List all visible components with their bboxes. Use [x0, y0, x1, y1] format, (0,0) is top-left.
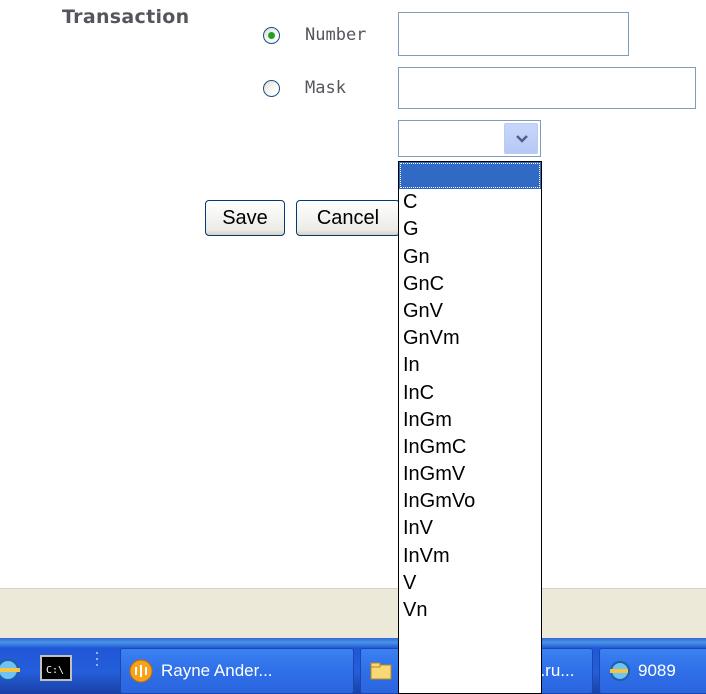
browser-status-bar	[0, 588, 706, 639]
mask-radio[interactable]	[263, 80, 280, 97]
quicklaunch-grip	[94, 650, 100, 684]
mask-radio-label[interactable]: Mask	[305, 78, 346, 98]
select-option[interactable]: C	[399, 189, 541, 216]
number-radio[interactable]	[263, 27, 280, 44]
windows-taskbar: C:\ Rayne Ander... ...ru... 9089	[0, 638, 706, 694]
save-button[interactable]: Save	[205, 200, 285, 236]
select-option[interactable]: GnV	[399, 298, 541, 325]
svg-text:C:\: C:\	[46, 665, 64, 676]
select-option[interactable]: InGmV	[399, 461, 541, 488]
number-input[interactable]	[398, 12, 629, 56]
mask-input[interactable]	[398, 67, 696, 109]
select-option[interactable]: InGmC	[399, 434, 541, 461]
select-option[interactable]: GnC	[399, 271, 541, 298]
transaction-label: Transaction	[62, 6, 190, 28]
select-option[interactable]: GnVm	[399, 325, 541, 352]
taskbar-item-browser[interactable]: 9089	[599, 648, 706, 694]
select-option[interactable]: V	[399, 570, 541, 597]
taskbar-item-label: Rayne Ander...	[161, 661, 273, 680]
radio-selected-dot	[268, 32, 275, 39]
taskbar-item-label: 9089	[638, 661, 676, 680]
ie-quicklaunch-icon[interactable]	[0, 648, 26, 688]
select-option[interactable]: InGmVo	[399, 488, 541, 515]
messenger-icon	[129, 659, 153, 683]
taskbar-item-messenger[interactable]: Rayne Ander...	[120, 648, 354, 694]
number-radio-label[interactable]: Number	[305, 25, 366, 45]
select-option[interactable]: InGm	[399, 407, 541, 434]
ie-icon	[610, 661, 630, 681]
select-options-list[interactable]: C G Gn GnC GnV GnVm In InC InGm InGmC InGmV InGmVo I…	[398, 161, 542, 694]
cmd-icon[interactable]: C:\	[40, 652, 74, 684]
select-option[interactable]: InC	[399, 380, 541, 407]
select-option[interactable]: InVm	[399, 543, 541, 570]
select-option[interactable]	[399, 162, 541, 190]
select-dropdown-button[interactable]	[504, 123, 538, 154]
folder-icon	[370, 662, 392, 680]
chevron-down-icon	[516, 135, 528, 143]
select-option[interactable]: InV	[399, 515, 541, 542]
select-option[interactable]: Gn	[399, 244, 541, 271]
select-option[interactable]: G	[399, 216, 541, 243]
transaction-type-select[interactable]	[398, 120, 541, 157]
cancel-button[interactable]: Cancel	[296, 200, 400, 236]
select-option[interactable]: In	[399, 352, 541, 379]
select-option[interactable]: Vn	[399, 597, 541, 624]
